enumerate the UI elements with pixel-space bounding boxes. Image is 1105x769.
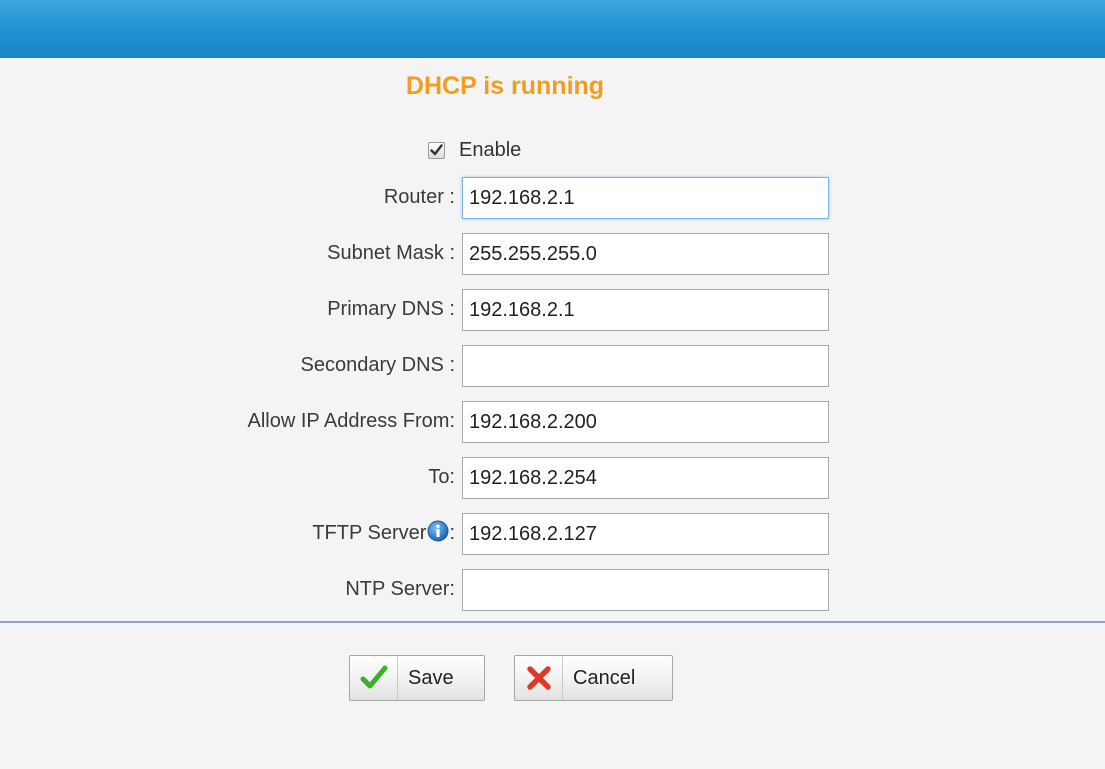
subnet-mask-input[interactable] bbox=[462, 233, 829, 275]
save-button-label: Save bbox=[408, 666, 454, 689]
tftp-server-colon: : bbox=[449, 522, 455, 544]
router-label: Router : bbox=[383, 186, 455, 208]
ntp-server-input[interactable] bbox=[462, 569, 829, 611]
primary-dns-label: Primary DNS : bbox=[327, 298, 455, 320]
enable-checkbox[interactable] bbox=[428, 141, 445, 159]
allow-ip-from-row: Allow IP Address From: bbox=[0, 401, 1105, 443]
checkmark-icon bbox=[430, 144, 443, 156]
ntp-server-label: NTP Server: bbox=[345, 578, 455, 600]
secondary-dns-input[interactable] bbox=[462, 345, 829, 387]
router-input[interactable] bbox=[462, 177, 829, 219]
primary-dns-row: Primary DNS : bbox=[0, 289, 1105, 331]
checkmark-icon bbox=[350, 656, 398, 700]
router-row: Router : bbox=[0, 177, 1105, 219]
tftp-server-label-group: TFTP Server : bbox=[312, 520, 455, 545]
info-icon[interactable] bbox=[427, 520, 449, 542]
x-icon bbox=[515, 656, 563, 700]
tftp-server-input[interactable] bbox=[462, 513, 829, 555]
allow-ip-from-input[interactable] bbox=[462, 401, 829, 443]
secondary-dns-row: Secondary DNS : bbox=[0, 345, 1105, 387]
tftp-server-row: TFTP Server : bbox=[0, 513, 1105, 555]
cancel-button[interactable]: Cancel bbox=[514, 655, 673, 701]
allow-ip-to-input[interactable] bbox=[462, 457, 829, 499]
enable-label: Enable bbox=[459, 138, 522, 161]
allow-ip-to-label: To: bbox=[428, 466, 455, 488]
header-bar bbox=[0, 0, 1105, 58]
enable-row[interactable]: Enable bbox=[428, 136, 521, 164]
primary-dns-input[interactable] bbox=[462, 289, 829, 331]
section-divider bbox=[0, 621, 1105, 623]
dhcp-status-title: DHCP is running bbox=[405, 72, 605, 100]
secondary-dns-label: Secondary DNS : bbox=[300, 354, 455, 376]
save-button[interactable]: Save bbox=[349, 655, 485, 701]
cancel-button-label: Cancel bbox=[573, 666, 636, 689]
subnet-mask-label: Subnet Mask : bbox=[327, 242, 455, 264]
ntp-server-row: NTP Server: bbox=[0, 569, 1105, 611]
allow-ip-from-label: Allow IP Address From: bbox=[247, 410, 455, 432]
tftp-server-label: TFTP Server bbox=[312, 522, 427, 544]
subnet-mask-row: Subnet Mask : bbox=[0, 233, 1105, 275]
allow-ip-to-row: To: bbox=[0, 457, 1105, 499]
